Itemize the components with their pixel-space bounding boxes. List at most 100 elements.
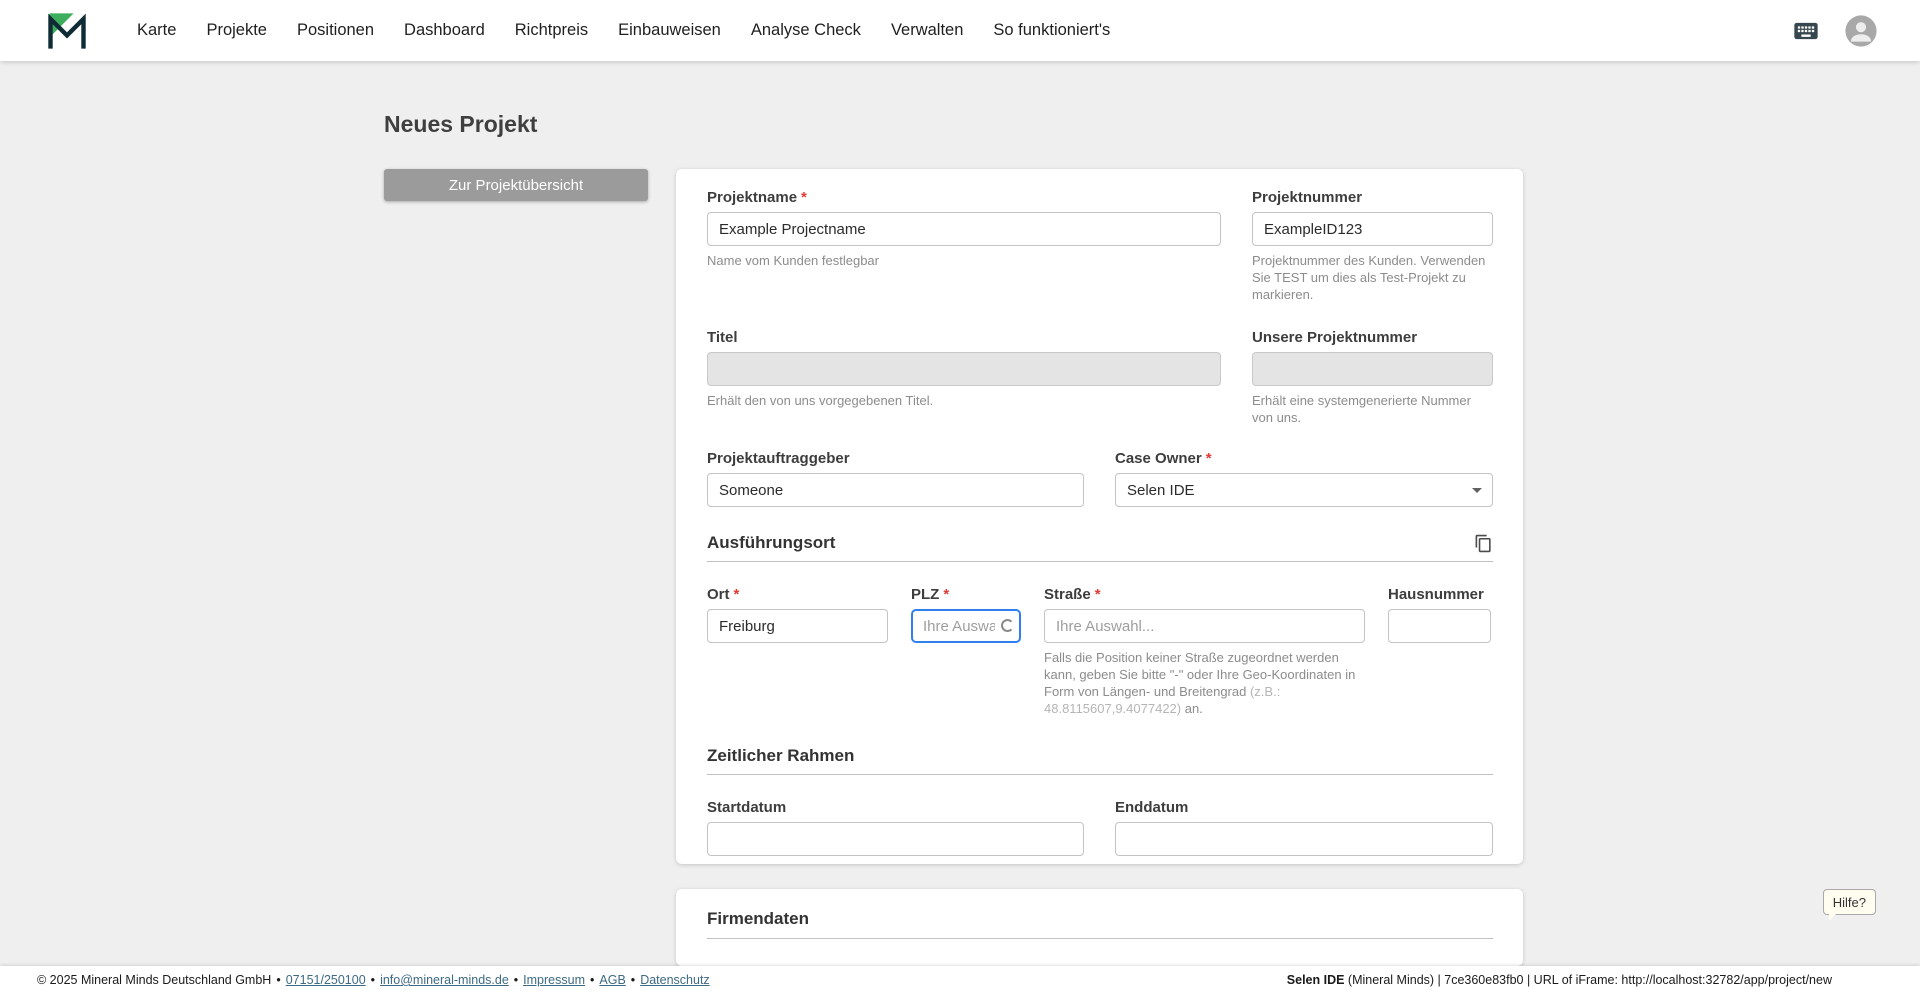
footer-datenschutz-link[interactable]: Datenschutz <box>640 973 709 987</box>
footer-separator: • <box>513 973 519 987</box>
ort-label: Ort * <box>707 586 740 604</box>
footer-copyright: © 2025 Mineral Minds Deutschland GmbH <box>37 973 272 987</box>
avatar[interactable] <box>1844 14 1878 48</box>
footer-impressum-link[interactable]: Impressum <box>523 973 585 987</box>
zeitlicher-rahmen-section-header: Zeitlicher Rahmen <box>707 746 1493 766</box>
main-content: Neues Projekt Zur Projektübersicht Proje… <box>0 61 1920 966</box>
form-row-name-number: Projektname* Name vom Kunden festlegbar … <box>707 189 1493 304</box>
case-owner-label: Case Owner * <box>1115 450 1212 468</box>
unsere-projektnummer-field: Unsere Projektnummer Erhält eine systemg… <box>1252 329 1493 427</box>
projektname-label: Projektname * <box>707 189 807 206</box>
projektauftraggeber-label: Projektauftraggeber <box>707 450 850 468</box>
logo[interactable] <box>45 9 89 53</box>
hausnummer-field: Hausnummer <box>1388 586 1491 718</box>
form-row-titel-unserenummer: Titel Erhält den von uns vorgegebenen Ti… <box>707 329 1493 427</box>
strasse-field: Straße* Falls die Position keiner Straße… <box>1044 586 1365 718</box>
footer-session-user: Selen IDE <box>1286 973 1345 987</box>
nav-item-dashboard[interactable]: Dashboard <box>404 21 485 40</box>
plz-label: PLZ * <box>911 586 950 604</box>
footer-separator: • <box>370 973 376 987</box>
nav-item-karte[interactable]: Karte <box>137 21 176 40</box>
page-title: Neues Projekt <box>384 111 538 137</box>
back-to-project-overview-button[interactable]: Zur Projektübersicht <box>384 169 648 201</box>
form-row-location: Ort* PLZ* Straße* Falls die Position kei… <box>707 586 1493 718</box>
help-button[interactable]: Hilfe? <box>1822 889 1876 921</box>
projektnummer-helper: Projektnummer des Kunden. Verwenden Sie … <box>1252 253 1486 302</box>
projektname-field: Projektname* Name vom Kunden festlegbar <box>707 189 1221 304</box>
footer-separator: • <box>590 973 595 987</box>
strasse-label: Straße * <box>1044 586 1101 604</box>
strasse-input[interactable] <box>1044 609 1365 644</box>
nav-item-richtpreis[interactable]: Richtpreis <box>515 21 588 40</box>
footer-left: © 2025 Mineral Minds Deutschland GmbH • … <box>37 973 710 987</box>
keyboard-icon[interactable] <box>1792 17 1820 45</box>
footer-session-details: (Mineral Minds) | 7ce360e83fb0 | URL of … <box>1344 973 1832 987</box>
hausnummer-input[interactable] <box>1388 609 1491 644</box>
enddatum-label: Enddatum <box>1115 799 1189 817</box>
nav-item-analyse-check[interactable]: Analyse Check <box>751 21 861 40</box>
section-divider <box>707 561 1493 563</box>
footer-session-info: Selen IDE (Mineral Minds) | 7ce360e83fb0… <box>1287 973 1832 987</box>
top-nav: Karte Projekte Positionen Dashboard Rich… <box>0 0 1920 61</box>
mineral-minds-logo-icon <box>48 12 86 49</box>
footer: © 2025 Mineral Minds Deutschland GmbH • … <box>0 966 1920 994</box>
copy-icon[interactable] <box>1474 534 1493 553</box>
nav-item-positionen[interactable]: Positionen <box>297 21 374 40</box>
footer-phone-link[interactable]: 07151/250100 <box>286 973 366 987</box>
zeitlicher-rahmen-heading: Zeitlicher Rahmen <box>707 746 855 766</box>
nav-item-so-funktionierts[interactable]: So funktioniert's <box>993 21 1110 40</box>
unsere-projektnummer-label: Unsere Projektnummer <box>1252 328 1418 346</box>
chevron-down-icon <box>1472 488 1482 494</box>
required-asterisk: * <box>943 586 950 604</box>
projektname-helper: Name vom Kunden festlegbar <box>707 253 879 268</box>
titel-input <box>707 351 1221 386</box>
projektnummer-label: Projektnummer <box>1252 189 1363 206</box>
required-asterisk: * <box>1205 450 1212 468</box>
titel-field: Titel Erhält den von uns vorgegebenen Ti… <box>707 329 1221 427</box>
startdatum-label: Startdatum <box>707 799 787 817</box>
form-row-auftraggeber-caseowner: Projektauftraggeber Case Owner* Selen ID… <box>707 450 1493 508</box>
projektauftraggeber-field: Projektauftraggeber <box>707 450 1084 508</box>
section-divider <box>707 774 1493 776</box>
nav-right-icons <box>1792 14 1878 48</box>
firmendaten-heading: Firmendaten <box>707 909 810 928</box>
titel-label: Titel <box>707 328 738 346</box>
projektauftraggeber-input[interactable] <box>707 473 1084 508</box>
footer-email-link[interactable]: info@mineral-minds.de <box>380 973 509 987</box>
footer-separator: • <box>630 973 636 987</box>
enddatum-input[interactable] <box>1115 822 1493 857</box>
company-data-card: Firmendaten <box>676 889 1523 966</box>
projektnummer-field: Projektnummer Projektnummer des Kunden. … <box>1252 189 1493 304</box>
startdatum-input[interactable] <box>707 822 1084 857</box>
titel-helper: Erhält den von uns vorgegebenen Titel. <box>707 392 934 408</box>
projektname-input[interactable] <box>707 212 1221 246</box>
nav-item-einbauweisen[interactable]: Einbauweisen <box>618 21 721 40</box>
section-divider <box>707 938 1493 939</box>
case-owner-select[interactable]: Selen IDE <box>1115 473 1493 508</box>
project-form-card: Projektname* Name vom Kunden festlegbar … <box>676 169 1523 864</box>
projektnummer-input[interactable] <box>1252 212 1493 246</box>
footer-agb-link[interactable]: AGB <box>599 973 625 987</box>
required-asterisk: * <box>1094 586 1101 604</box>
hausnummer-label: Hausnummer <box>1388 586 1484 604</box>
ort-input[interactable] <box>707 609 888 644</box>
footer-separator: • <box>276 973 281 987</box>
strasse-helper: Falls die Position keiner Straße zugeord… <box>1044 650 1356 717</box>
nav-item-projekte[interactable]: Projekte <box>206 21 267 40</box>
enddatum-field: Enddatum <box>1115 799 1493 857</box>
main-nav: Karte Projekte Positionen Dashboard Rich… <box>137 21 1792 40</box>
required-asterisk: * <box>801 189 807 206</box>
ausfuehrungsort-section-header: Ausführungsort <box>707 533 1493 553</box>
app-root: Karte Projekte Positionen Dashboard Rich… <box>0 0 1920 994</box>
unsere-projektnummer-helper: Erhält eine systemgenerierte Nummer von … <box>1252 392 1471 425</box>
case-owner-field: Case Owner * Selen IDE <box>1115 450 1493 508</box>
nav-item-verwalten[interactable]: Verwalten <box>891 21 963 40</box>
required-asterisk: * <box>733 586 740 604</box>
startdatum-field: Startdatum <box>707 799 1084 857</box>
plz-input-wrap <box>911 609 1021 644</box>
ausfuehrungsort-heading: Ausführungsort <box>707 533 836 553</box>
plz-field: PLZ * <box>911 586 1021 718</box>
ort-field: Ort * <box>707 586 888 718</box>
unsere-projektnummer-input <box>1252 351 1493 386</box>
case-owner-value: Selen IDE <box>1127 481 1195 499</box>
